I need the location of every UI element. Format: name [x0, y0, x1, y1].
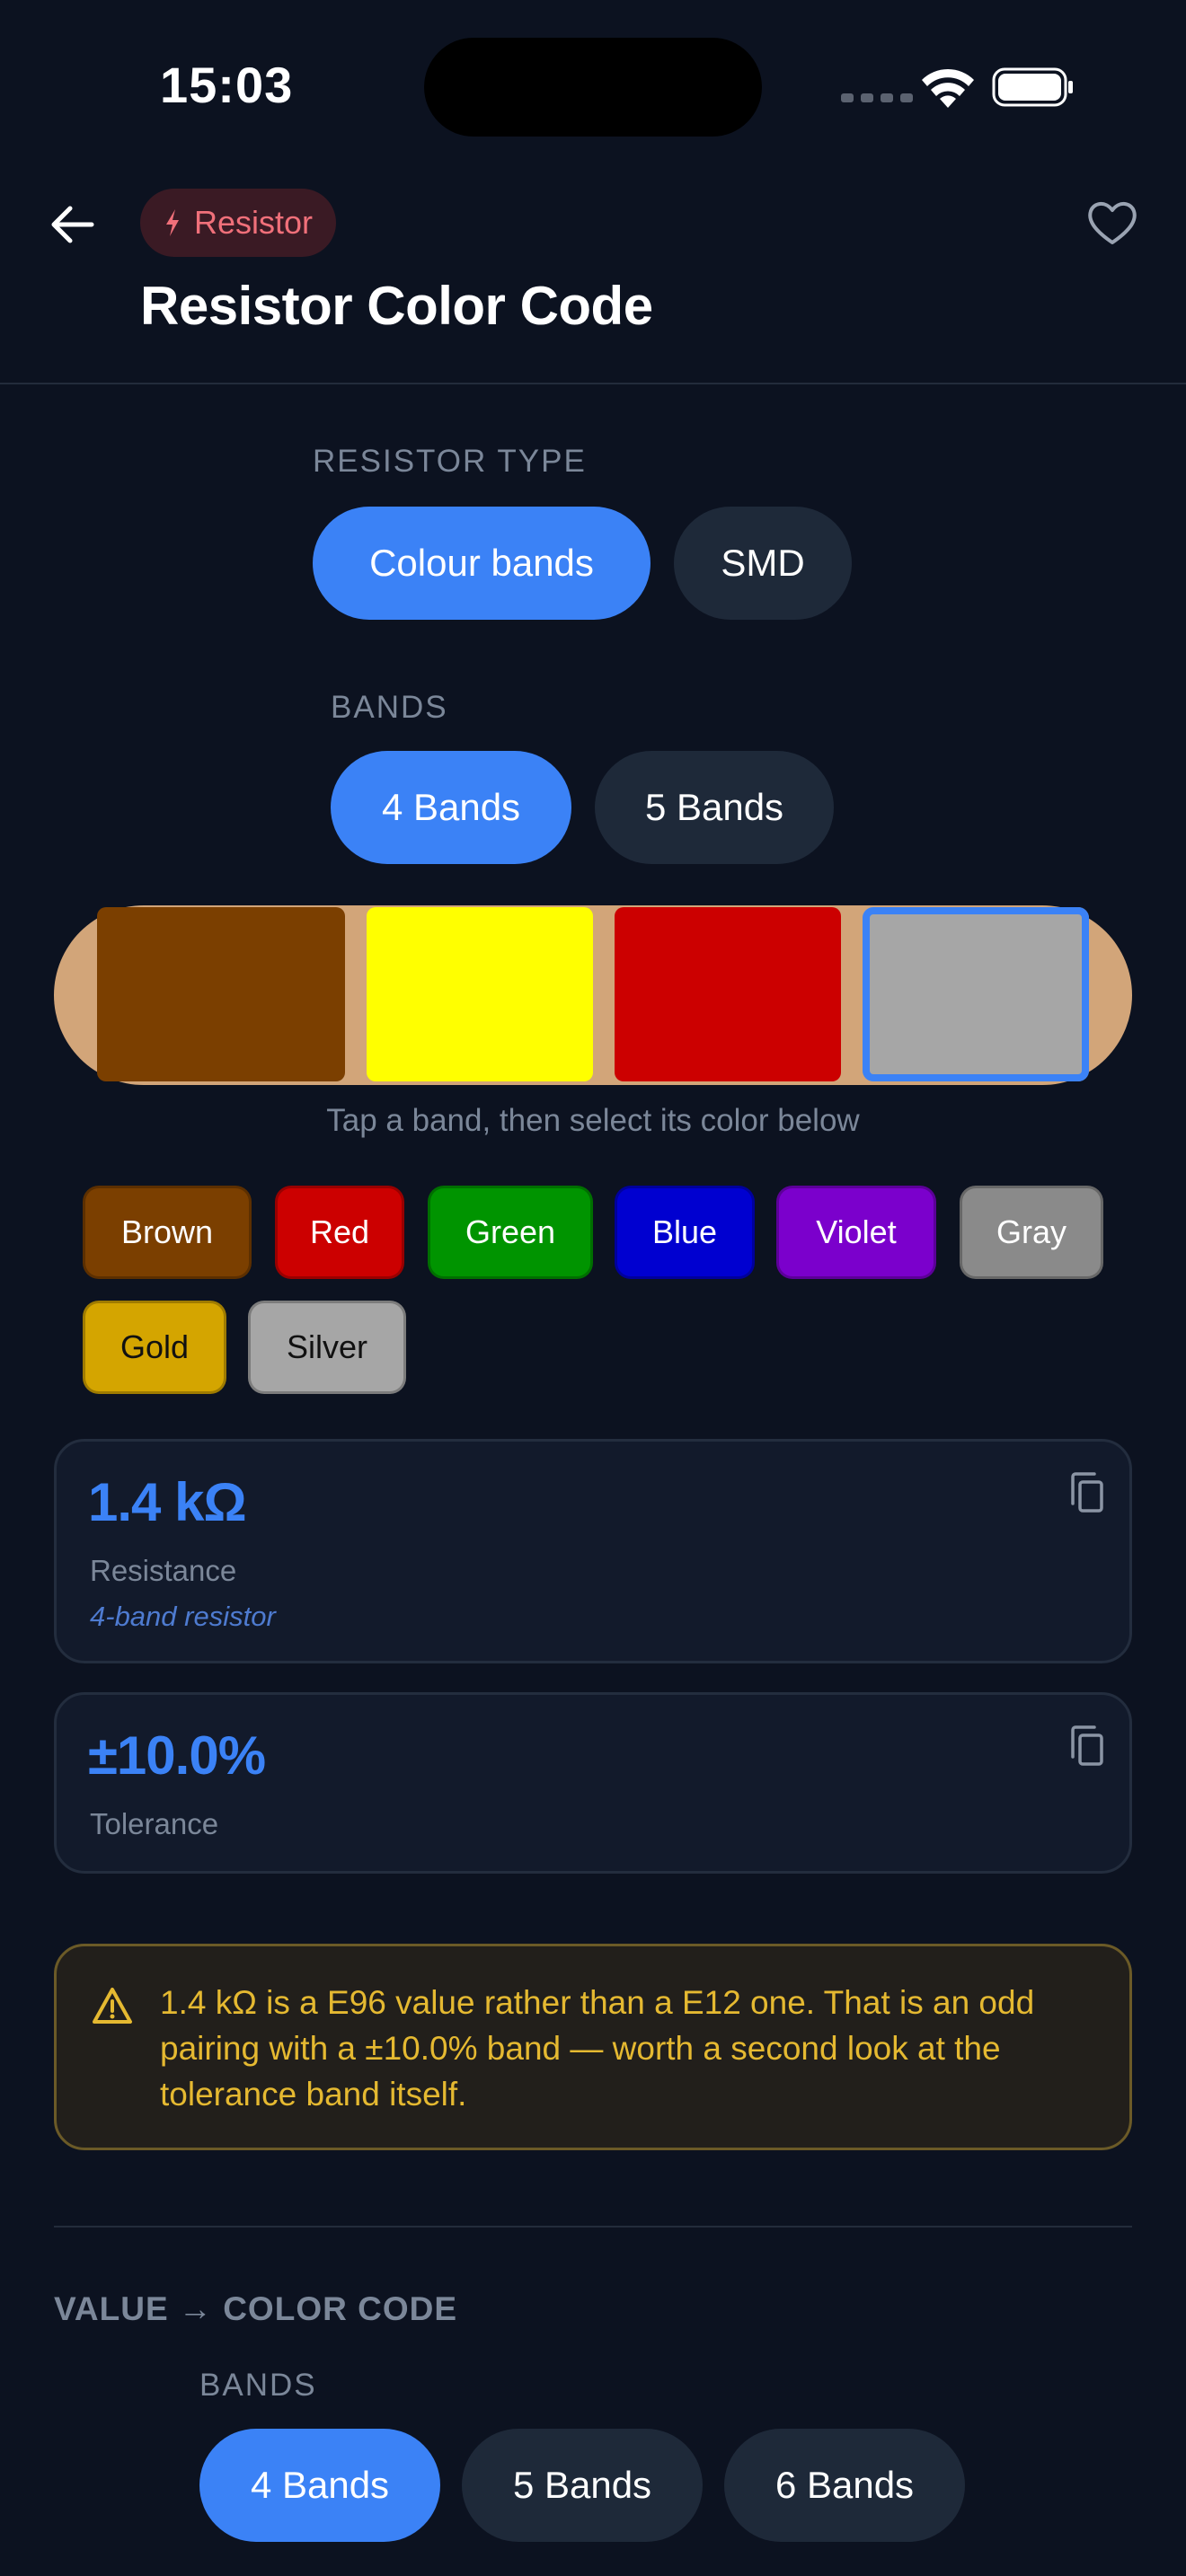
dynamic-island [424, 38, 762, 137]
color-violet-button[interactable]: Violet [776, 1186, 936, 1279]
bands-option-5[interactable]: 5 Bands [595, 751, 834, 864]
copy-tolerance-icon[interactable] [1069, 1725, 1105, 1768]
warning-text: 1.4 kΩ is a E96 value rather than a E12 … [160, 1984, 1035, 2113]
color-silver-button[interactable]: Silver [248, 1301, 406, 1394]
lightning-icon [166, 209, 179, 236]
tolerance-label: Tolerance [90, 1807, 219, 1840]
category-chip: Resistor [140, 189, 337, 257]
band-hint: Tap a band, then select its color below [326, 1103, 860, 1138]
color-green-button[interactable]: Green [428, 1186, 593, 1279]
color-red-button[interactable]: Red [275, 1186, 404, 1279]
resistance-note: 4-band resistor [90, 1601, 276, 1632]
cellular-signal-icon [841, 93, 913, 102]
copy-resistance-icon[interactable] [1069, 1471, 1105, 1514]
type-option-smd[interactable]: SMD [674, 507, 852, 620]
warning-triangle-icon [93, 1988, 132, 2024]
type-option-colour-bands[interactable]: Colour bands [313, 507, 651, 620]
favorite-heart-icon[interactable] [1085, 198, 1139, 248]
header-divider [0, 383, 1186, 384]
bands-label: BANDS [331, 690, 448, 725]
wifi-icon [922, 68, 974, 108]
status-time: 15:03 [160, 57, 294, 113]
section-divider [54, 2226, 1132, 2228]
resistor-band-1[interactable] [97, 907, 345, 1081]
color-gold-button[interactable]: Gold [83, 1301, 226, 1394]
back-arrow-icon[interactable] [47, 199, 97, 250]
resistor-type-label: RESISTOR TYPE [313, 444, 587, 479]
value-to-code-heading: VALUE → COLOR CODE [54, 2290, 457, 2327]
chip-label: Resistor [194, 204, 314, 241]
battery-icon [992, 67, 1073, 107]
bands-option-4[interactable]: 4 Bands [331, 751, 571, 864]
color-gray-button[interactable]: Gray [960, 1186, 1103, 1279]
color-blue-button[interactable]: Blue [615, 1186, 755, 1279]
value-bands-option-5[interactable]: 5 Bands [462, 2429, 703, 2542]
page-title: Resistor Color Code [140, 276, 653, 336]
value-bands-option-6[interactable]: 6 Bands [724, 2429, 965, 2542]
tolerance-value: ±10.0% [88, 1725, 266, 1786]
resistor-band-2[interactable] [367, 907, 593, 1081]
resistor-band-4[interactable] [863, 907, 1089, 1081]
resistance-value: 1.4 kΩ [88, 1472, 247, 1532]
resistor-band-3[interactable] [615, 907, 841, 1081]
color-brown-button[interactable]: Brown [83, 1186, 252, 1279]
value-bands-option-4[interactable]: 4 Bands [199, 2429, 440, 2542]
resistance-label: Resistance [90, 1554, 237, 1587]
value-bands-label: BANDS [199, 2368, 317, 2403]
